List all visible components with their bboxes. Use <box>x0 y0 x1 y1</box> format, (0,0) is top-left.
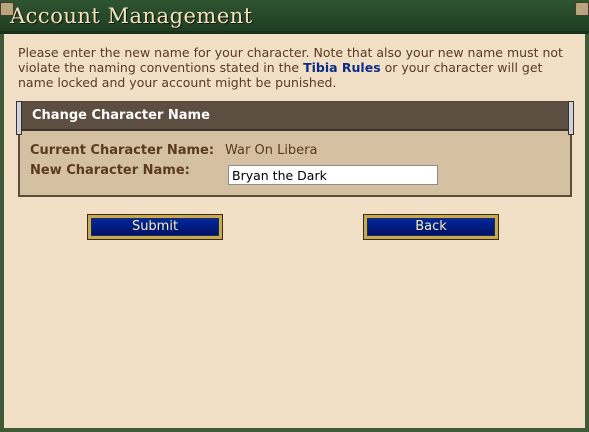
header-bar: Account Management <box>0 0 589 34</box>
tibia-rules-link[interactable]: Tibia Rules <box>303 60 381 75</box>
page-title: Account Management <box>10 4 253 28</box>
new-name-label: New Character Name: <box>30 163 190 178</box>
panel-cap-right <box>568 101 574 135</box>
current-name-label: Current Character Name: <box>30 143 215 158</box>
back-button[interactable]: Back <box>363 214 499 240</box>
current-name-value: War On Libera <box>225 143 318 158</box>
content-area: Please enter the new name for your chara… <box>4 37 585 428</box>
new-name-input[interactable] <box>228 165 438 185</box>
change-name-panel: Change Character Name Current Character … <box>16 101 574 197</box>
corner-ornament-right <box>575 2 589 16</box>
panel-header: Change Character Name <box>20 103 570 131</box>
panel-cap-left <box>16 101 22 135</box>
submit-button[interactable]: Submit <box>87 214 223 240</box>
intro-text: Please enter the new name for your chara… <box>18 45 578 90</box>
panel-title: Change Character Name <box>32 108 210 123</box>
